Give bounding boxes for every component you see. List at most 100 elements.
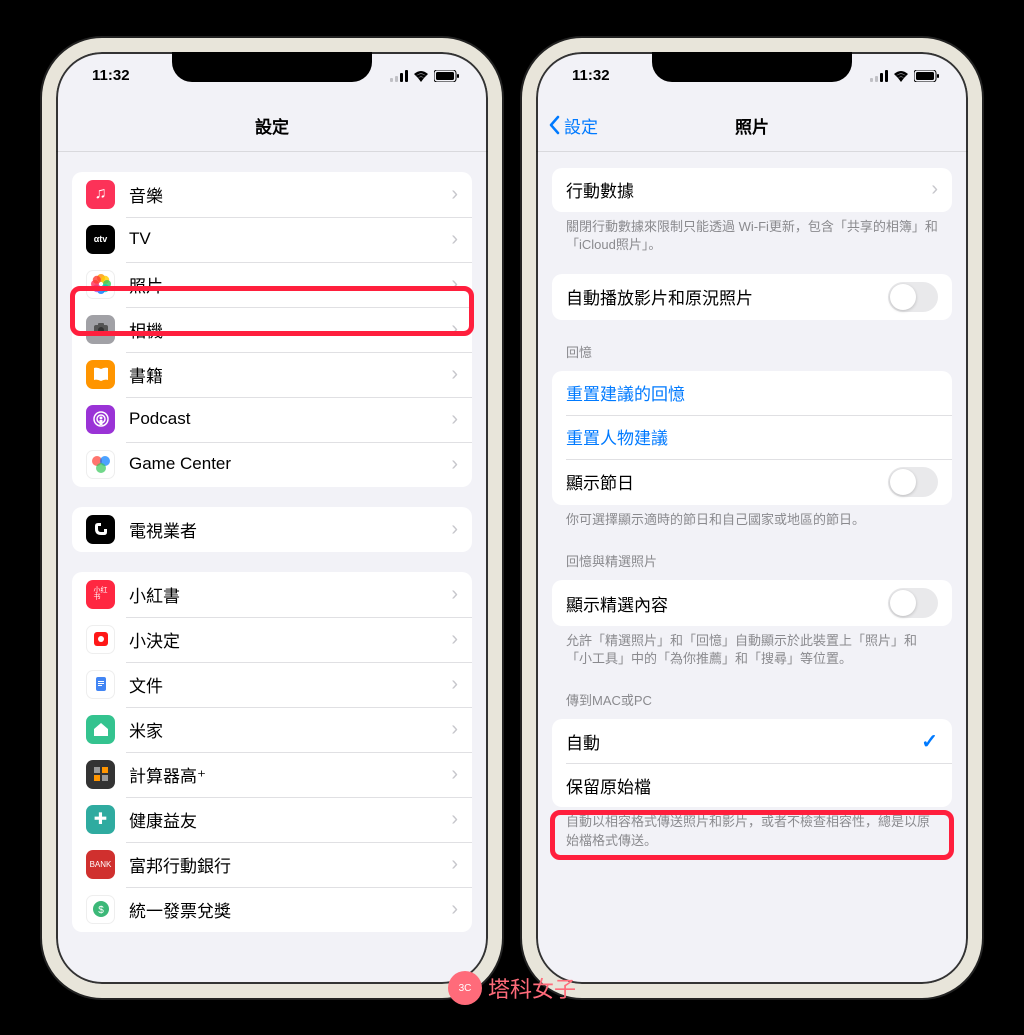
row-autoplay[interactable]: 自動播放影片和原況照片 <box>552 274 952 320</box>
invoice-icon: $ <box>86 895 115 924</box>
row-health[interactable]: ✚ 健康益友 › <box>72 797 472 842</box>
row-label: 小紅書 <box>129 582 437 607</box>
chevron-right-icon: › <box>451 183 458 206</box>
row-label: 顯示節日 <box>566 469 874 494</box>
row-decision[interactable]: 小決定 › <box>72 617 472 662</box>
status-icons <box>870 70 940 82</box>
row-label: 重置人物建議 <box>566 424 938 449</box>
row-music[interactable]: ♫ 音樂 › <box>72 172 472 217</box>
chevron-right-icon: › <box>451 408 458 431</box>
footer-featured: 允許「精選照片」和「回憶」自動顯示於此裝置上「照片」和「小工具」中的「為你推薦」… <box>566 632 938 668</box>
row-keep[interactable]: 保留原始檔 <box>552 763 952 807</box>
health-icon: ✚ <box>86 805 115 834</box>
group-featured: 顯示精選內容 <box>552 580 952 626</box>
gamecenter-icon <box>86 450 115 479</box>
row-label: 相機 <box>129 317 437 342</box>
battery-icon <box>434 70 460 82</box>
row-label: 文件 <box>129 672 437 697</box>
row-label: 書籍 <box>129 362 437 387</box>
decision-icon <box>86 625 115 654</box>
row-cellular[interactable]: 行動數據 › <box>552 168 952 212</box>
footer-cellular: 關閉行動數據來限制只能透過 Wi-Fi更新，包含「共享的相簿」和「iCloud照… <box>566 218 938 254</box>
row-photos[interactable]: 照片 › <box>72 262 472 307</box>
row-reset-people[interactable]: 重置人物建議 <box>552 415 952 459</box>
chevron-right-icon: › <box>451 628 458 651</box>
row-camera[interactable]: 相機 › <box>72 307 472 352</box>
watermark-text: 塔科女子 <box>488 972 576 1004</box>
watermark: 3C 塔科女子 <box>448 971 576 1005</box>
photos-settings[interactable]: 行動數據 › 關閉行動數據來限制只能透過 Wi-Fi更新，包含「共享的相簿」和「… <box>536 152 968 984</box>
row-label: 自動播放影片和原況照片 <box>566 284 874 309</box>
chevron-left-icon <box>548 115 560 135</box>
chevron-right-icon: › <box>451 673 458 696</box>
status-time: 11:32 <box>92 67 130 84</box>
toggle-featured[interactable] <box>888 588 938 618</box>
status-time: 11:32 <box>572 67 610 84</box>
row-calculator[interactable]: 計算器高⁺ › <box>72 752 472 797</box>
footer-memories: 你可選擇顯示適時的節日和自己國家或地區的節日。 <box>566 511 938 529</box>
row-tv[interactable]: αtv TV › <box>72 217 472 262</box>
chevron-right-icon: › <box>451 518 458 541</box>
music-icon: ♫ <box>86 180 115 209</box>
row-reset-suggested[interactable]: 重置建議的回憶 <box>552 371 952 415</box>
group-apple-apps: ♫ 音樂 › αtv TV › 照片 › 相機 › <box>72 172 472 487</box>
signal-icon <box>870 70 888 82</box>
row-tvprovider[interactable]: 電視業者 › <box>72 507 472 552</box>
row-gamecenter[interactable]: Game Center › <box>72 442 472 487</box>
row-label: 小決定 <box>129 627 437 652</box>
row-label: TV <box>129 229 437 249</box>
chevron-right-icon: › <box>451 853 458 876</box>
back-button[interactable]: 設定 <box>548 113 598 138</box>
cable-icon <box>86 515 115 544</box>
group-transfer: 自動 ✓ 保留原始檔 <box>552 719 952 807</box>
group-thirdparty-apps: 小红书 小紅書 › 小決定 › 文件 › <box>72 572 472 932</box>
settings-list[interactable]: ♫ 音樂 › αtv TV › 照片 › 相機 › <box>56 152 488 984</box>
row-podcast[interactable]: Podcast › <box>72 397 472 442</box>
notch <box>652 52 852 82</box>
row-label: 照片 <box>129 272 437 297</box>
row-auto[interactable]: 自動 ✓ <box>552 719 952 763</box>
row-holidays[interactable]: 顯示節日 <box>552 459 952 505</box>
signal-icon <box>390 70 408 82</box>
row-books[interactable]: 書籍 › <box>72 352 472 397</box>
row-featured[interactable]: 顯示精選內容 <box>552 580 952 626</box>
chevron-right-icon: › <box>451 273 458 296</box>
row-label: 顯示精選內容 <box>566 591 874 616</box>
photos-icon <box>86 270 115 299</box>
toggle-holidays[interactable] <box>888 467 938 497</box>
chevron-right-icon: › <box>451 763 458 786</box>
row-mihome[interactable]: 米家 › <box>72 707 472 752</box>
row-fubon[interactable]: BANK 富邦行動銀行 › <box>72 842 472 887</box>
chevron-right-icon: › <box>451 898 458 921</box>
calculator-icon <box>86 760 115 789</box>
row-label: Game Center <box>129 454 437 474</box>
group-memories: 重置建議的回憶 重置人物建議 顯示節日 <box>552 371 952 505</box>
page-title: 設定 <box>255 113 289 138</box>
row-label: 自動 <box>566 729 907 754</box>
header-featured: 回憶與精選照片 <box>566 551 938 570</box>
tv-icon: αtv <box>86 225 115 254</box>
row-label: 計算器高⁺ <box>129 762 437 787</box>
chevron-right-icon: › <box>451 228 458 251</box>
row-label: 米家 <box>129 717 437 742</box>
chevron-right-icon: › <box>451 318 458 341</box>
row-invoice[interactable]: $ 統一發票兌獎 › <box>72 887 472 932</box>
back-label: 設定 <box>564 113 598 138</box>
podcast-icon <box>86 405 115 434</box>
group-tv-provider: 電視業者 › <box>72 507 472 552</box>
toggle-autoplay[interactable] <box>888 282 938 312</box>
page-title: 照片 <box>735 113 769 138</box>
row-label: Podcast <box>129 409 437 429</box>
nav-bar-right: 設定 照片 <box>536 100 968 152</box>
group-autoplay: 自動播放影片和原況照片 <box>552 274 952 320</box>
svg-text:$: $ <box>98 905 104 916</box>
phone-left: 11:32 設定 ♫ 音樂 › αtv TV › <box>42 38 502 998</box>
nav-bar-left: 設定 <box>56 100 488 152</box>
mihome-icon <box>86 715 115 744</box>
docs-icon <box>86 670 115 699</box>
header-transfer: 傳到MAC或PC <box>566 690 938 709</box>
row-label: 行動數據 <box>566 177 917 202</box>
notch <box>172 52 372 82</box>
row-docs[interactable]: 文件 › <box>72 662 472 707</box>
row-xiaohongshu[interactable]: 小红书 小紅書 › <box>72 572 472 617</box>
